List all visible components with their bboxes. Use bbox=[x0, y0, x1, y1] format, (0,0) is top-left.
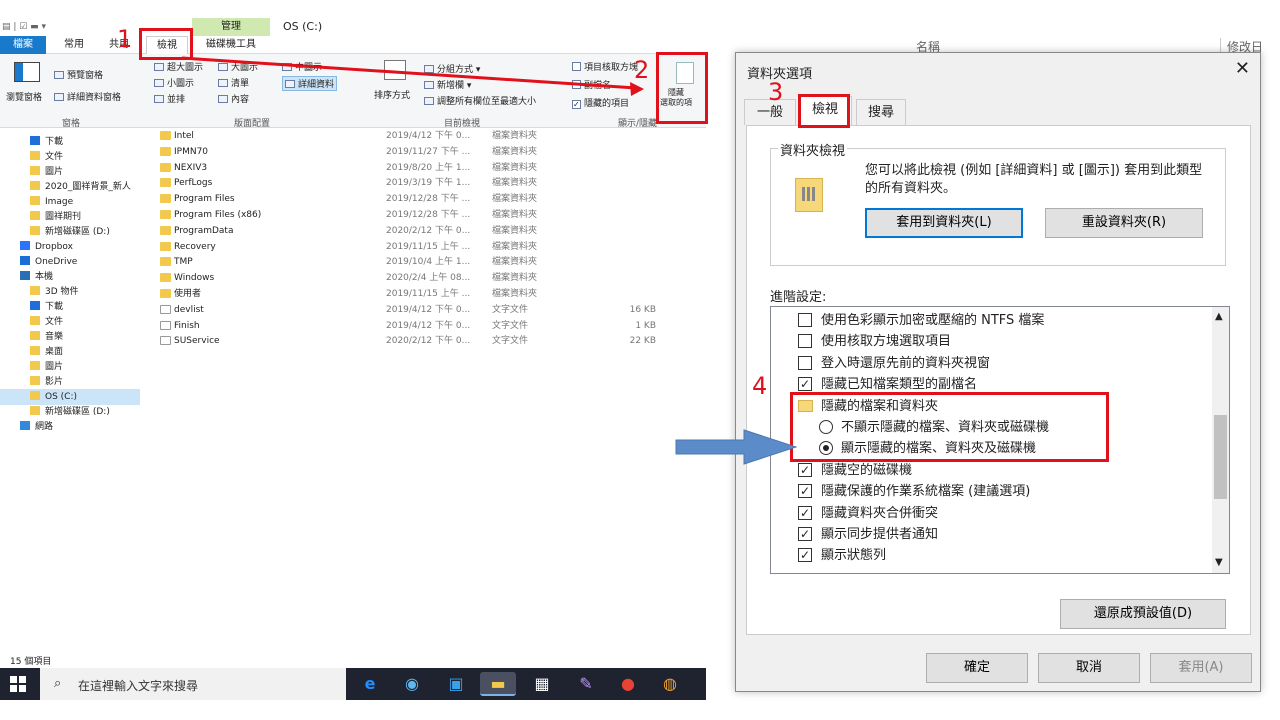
red-pointer-arrow bbox=[181, 56, 637, 90]
blue-pointer-arrow bbox=[675, 429, 798, 465]
red-arrow-head bbox=[630, 82, 644, 96]
annotation-arrows bbox=[181, 56, 798, 465]
